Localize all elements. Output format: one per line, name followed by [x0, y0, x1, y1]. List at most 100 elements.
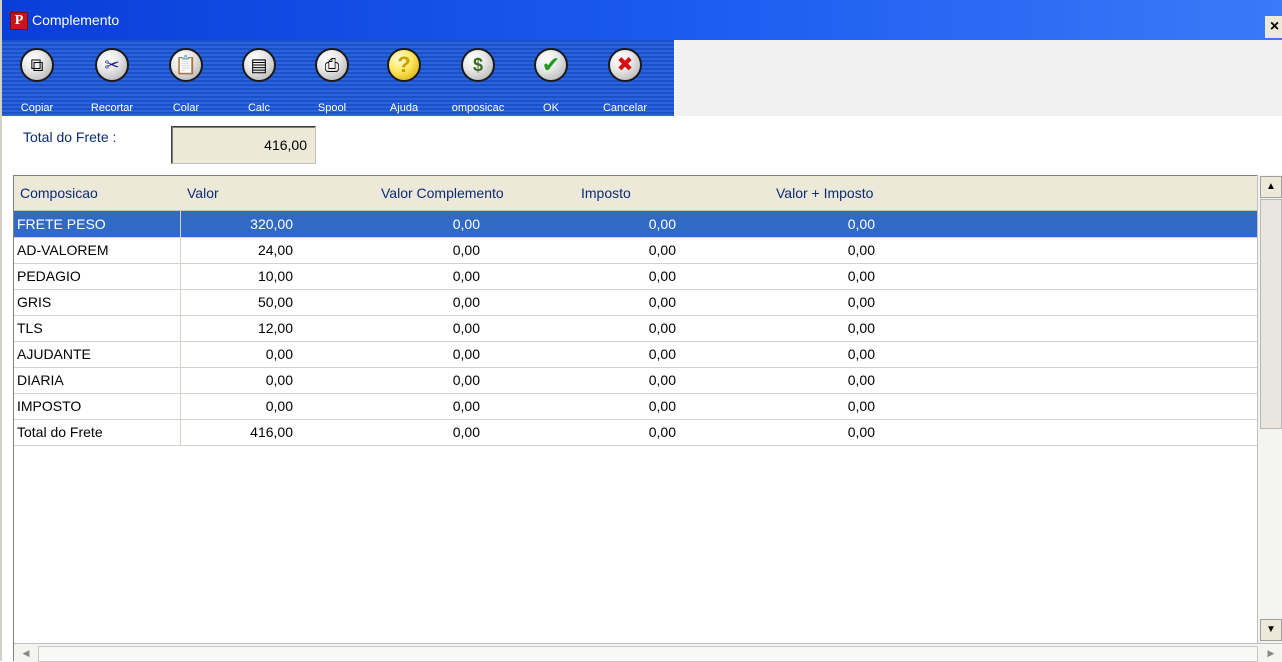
cell-composicao[interactable]: TLS: [14, 315, 181, 341]
spool-button-label: Spool: [317, 102, 347, 114]
cut-button-label: Recortar: [90, 102, 134, 114]
cell-imposto[interactable]: 0,00: [544, 289, 704, 315]
composition-button[interactable]: $ omposicac: [443, 46, 513, 116]
cell-imposto[interactable]: 0,00: [544, 367, 704, 393]
column-header-valor-imposto[interactable]: Valor + Imposto: [770, 176, 970, 210]
spool-button[interactable]: ⎙ Spool: [297, 46, 367, 116]
complemento-window: P Complemento × ⧉ Copiar ✂ Recortar 📋 Co…: [0, 0, 1282, 662]
cancel-button[interactable]: ✖ Cancelar: [590, 46, 660, 116]
table-row-tls[interactable]: TLS 12,00 0,00 0,00 0,00: [14, 315, 1258, 342]
copy-button-label: Copiar: [20, 102, 54, 114]
cell-valor[interactable]: 10,00: [181, 263, 321, 289]
cell-valor[interactable]: 50,00: [181, 289, 321, 315]
composition-grid[interactable]: Composicao Valor Valor Complemento Impos…: [13, 175, 1282, 661]
app-logo-icon: P: [10, 12, 28, 30]
total-freight-label: Total do Frete :: [23, 129, 117, 145]
cell-valor-complemento[interactable]: 0,00: [344, 367, 508, 393]
close-window-button[interactable]: ×: [1265, 16, 1282, 38]
cell-valor-complemento[interactable]: 0,00: [344, 315, 508, 341]
table-row-pedagio[interactable]: PEDAGIO 10,00 0,00 0,00 0,00: [14, 263, 1258, 290]
cancel-x-icon: ✖: [608, 48, 642, 82]
horizontal-scrollbar[interactable]: ◀ ▶: [14, 643, 1282, 662]
cell-imposto[interactable]: 0,00: [544, 341, 704, 367]
copy-icon: ⧉: [20, 48, 54, 82]
cell-imposto[interactable]: 0,00: [544, 393, 704, 419]
cell-imposto[interactable]: 0,00: [544, 419, 704, 445]
cell-valor[interactable]: 0,00: [181, 367, 321, 393]
cell-composicao[interactable]: Total do Frete: [14, 419, 181, 445]
checkmark-icon: ✔: [534, 48, 568, 82]
table-row-ad-valorem[interactable]: AD-VALOREM 24,00 0,00 0,00 0,00: [14, 237, 1258, 264]
help-button[interactable]: ? Ajuda: [369, 46, 439, 116]
table-row-diaria[interactable]: DIARIA 0,00 0,00 0,00 0,00: [14, 367, 1258, 394]
help-button-label: Ajuda: [389, 102, 419, 114]
cell-valor[interactable]: 320,00: [181, 211, 321, 237]
table-row-imposto[interactable]: IMPOSTO 0,00 0,00 0,00 0,00: [14, 393, 1258, 420]
cell-composicao[interactable]: FRETE PESO: [14, 211, 181, 237]
ok-button[interactable]: ✔ OK: [516, 46, 586, 116]
cell-valor-complemento[interactable]: 0,00: [344, 419, 508, 445]
cell-valor-imposto[interactable]: 0,00: [739, 367, 903, 393]
calc-button[interactable]: ▤ Calc: [224, 46, 294, 116]
cell-imposto[interactable]: 0,00: [544, 211, 704, 237]
table-row-gris[interactable]: GRIS 50,00 0,00 0,00 0,00: [14, 289, 1258, 316]
toolbar: ⧉ Copiar ✂ Recortar 📋 Colar ▤ Calc ⎙ Spo…: [2, 40, 1282, 116]
cell-imposto[interactable]: 0,00: [544, 237, 704, 263]
cell-valor-complemento[interactable]: 0,00: [344, 393, 508, 419]
cell-composicao[interactable]: AJUDANTE: [14, 341, 181, 367]
cell-valor-imposto[interactable]: 0,00: [739, 315, 903, 341]
cell-valor-complemento[interactable]: 0,00: [344, 341, 508, 367]
column-header-valor-complemento[interactable]: Valor Complemento: [375, 176, 575, 210]
table-row-total-do-frete[interactable]: Total do Frete 416,00 0,00 0,00 0,00: [14, 419, 1258, 446]
cell-valor[interactable]: 12,00: [181, 315, 321, 341]
cell-valor[interactable]: 0,00: [181, 341, 321, 367]
cell-valor-complemento[interactable]: 0,00: [344, 263, 508, 289]
cell-valor[interactable]: 0,00: [181, 393, 321, 419]
calc-button-label: Calc: [247, 102, 270, 114]
scissors-icon: ✂: [95, 48, 129, 82]
cell-valor-imposto[interactable]: 0,00: [739, 393, 903, 419]
calculator-icon: ▤: [242, 48, 276, 82]
composition-box-icon: $: [461, 48, 495, 82]
cell-composicao[interactable]: GRIS: [14, 289, 181, 315]
paste-button[interactable]: 📋 Colar: [151, 46, 221, 116]
title-bar[interactable]: P Complemento ×: [2, 0, 1282, 40]
scroll-down-arrow-icon[interactable]: ▼: [1260, 619, 1282, 641]
cell-valor[interactable]: 416,00: [181, 419, 321, 445]
cell-composicao[interactable]: IMPOSTO: [14, 393, 181, 419]
cut-button[interactable]: ✂ Recortar: [77, 46, 147, 116]
cell-valor-imposto[interactable]: 0,00: [739, 211, 903, 237]
printer-icon: ⎙: [315, 48, 349, 82]
cell-valor-complemento[interactable]: 0,00: [344, 211, 508, 237]
cancel-button-label: Cancelar: [602, 102, 648, 114]
cell-valor[interactable]: 24,00: [181, 237, 321, 263]
horizontal-scroll-thumb[interactable]: [38, 646, 1258, 662]
window-title: Complemento: [32, 12, 120, 28]
grid-header: Composicao Valor Valor Complemento Impos…: [14, 176, 1258, 211]
vertical-scrollbar[interactable]: ▲ ▼: [1257, 175, 1282, 643]
cell-composicao[interactable]: PEDAGIO: [14, 263, 181, 289]
cell-composicao[interactable]: AD-VALOREM: [14, 237, 181, 263]
scroll-up-arrow-icon[interactable]: ▲: [1260, 176, 1282, 198]
cell-valor-imposto[interactable]: 0,00: [739, 341, 903, 367]
scroll-left-arrow-icon[interactable]: ◀: [15, 645, 37, 662]
cell-valor-complemento[interactable]: 0,00: [344, 237, 508, 263]
cell-valor-imposto[interactable]: 0,00: [739, 289, 903, 315]
table-row-frete-peso[interactable]: FRETE PESO 320,00 0,00 0,00 0,00: [14, 211, 1258, 238]
column-header-valor[interactable]: Valor: [181, 176, 381, 210]
cell-valor-imposto[interactable]: 0,00: [739, 419, 903, 445]
vertical-scroll-thumb[interactable]: [1260, 199, 1282, 429]
cell-imposto[interactable]: 0,00: [544, 263, 704, 289]
total-freight-field: 416,00: [171, 126, 316, 164]
column-header-composicao[interactable]: Composicao: [14, 176, 181, 210]
ok-button-label: OK: [543, 102, 559, 114]
cell-composicao[interactable]: DIARIA: [14, 367, 181, 393]
cell-imposto[interactable]: 0,00: [544, 315, 704, 341]
cell-valor-imposto[interactable]: 0,00: [739, 237, 903, 263]
column-header-imposto[interactable]: Imposto: [575, 176, 775, 210]
cell-valor-imposto[interactable]: 0,00: [739, 263, 903, 289]
scroll-right-arrow-icon[interactable]: ▶: [1260, 645, 1282, 662]
cell-valor-complemento[interactable]: 0,00: [344, 289, 508, 315]
copy-button[interactable]: ⧉ Copiar: [2, 46, 72, 116]
table-row-ajudante[interactable]: AJUDANTE 0,00 0,00 0,00 0,00: [14, 341, 1258, 368]
